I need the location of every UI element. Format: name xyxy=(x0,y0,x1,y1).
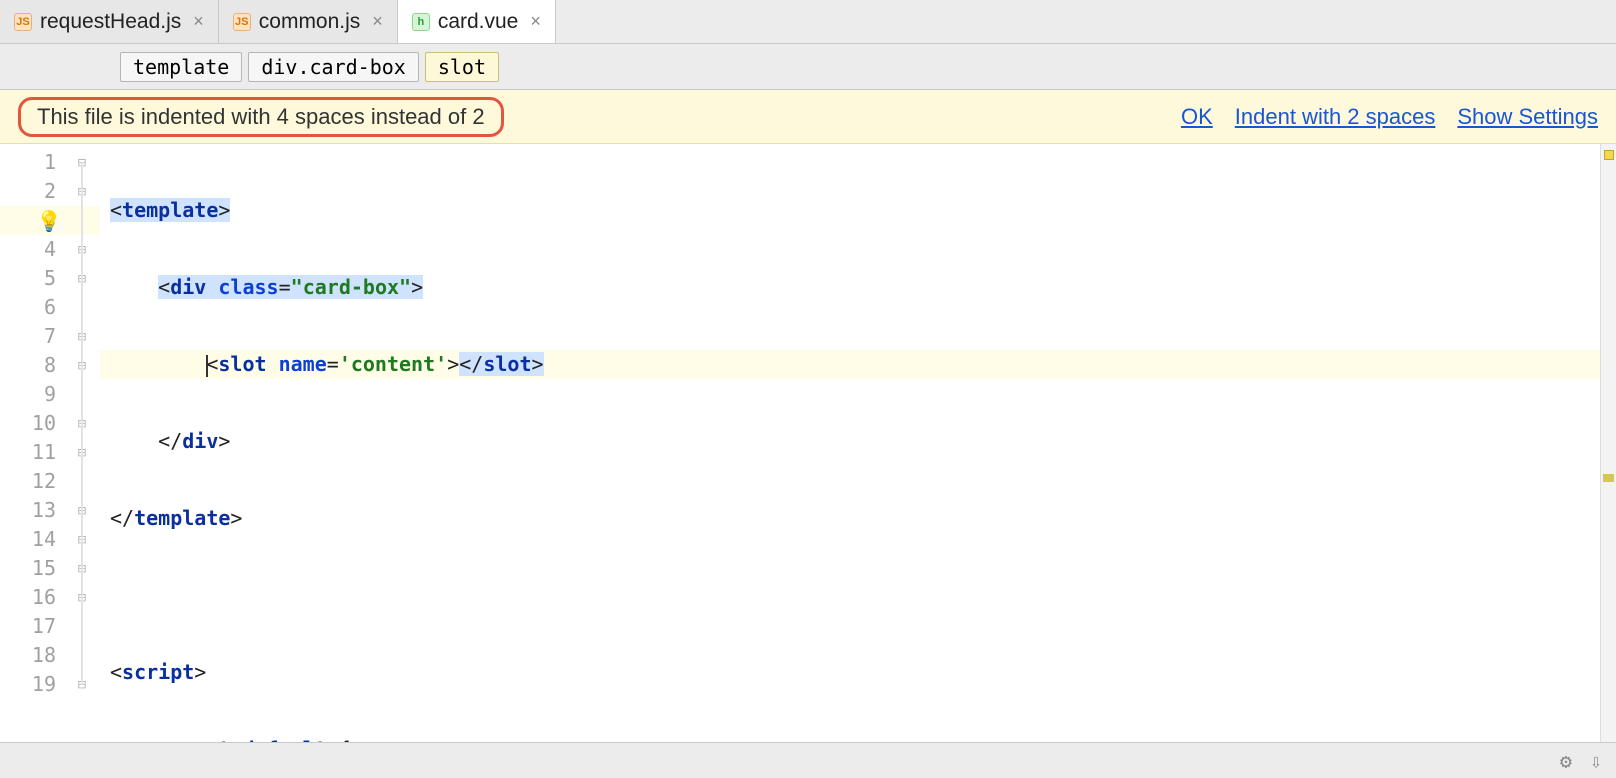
close-icon[interactable]: × xyxy=(372,11,383,32)
fold-column: ⊟ ⊟ ⊟ ⊟ ⊟ ⊟ ⊟ ⊟ ⊟ ⊟ ⊟ ⊟ ⊟ xyxy=(70,148,94,699)
tab-requesthead[interactable]: JS requestHead.js × xyxy=(0,0,219,43)
breadcrumb-div[interactable]: div.card-box xyxy=(248,52,419,82)
gear-icon[interactable]: ⚙ xyxy=(1560,749,1572,773)
notification-settings-link[interactable]: Show Settings xyxy=(1457,104,1598,130)
breadcrumb-template[interactable]: template xyxy=(120,52,242,82)
code-area[interactable]: <template> <div class="card-box"> <slot … xyxy=(100,144,1600,742)
notification-message: This file is indented with 4 spaces inst… xyxy=(18,97,504,137)
close-icon[interactable]: × xyxy=(193,11,204,32)
vue-file-icon: h xyxy=(412,13,430,31)
tab-card[interactable]: h card.vue × xyxy=(398,0,556,43)
scroll-marker[interactable] xyxy=(1603,474,1614,482)
notification-bar: This file is indented with 4 spaces inst… xyxy=(0,90,1616,144)
notification-indent-link[interactable]: Indent with 2 spaces xyxy=(1235,104,1436,130)
editor-scrollbar[interactable] xyxy=(1600,144,1616,742)
tab-label: card.vue xyxy=(438,10,519,34)
breadcrumb-bar: template div.card-box slot xyxy=(0,44,1616,90)
tab-label: common.js xyxy=(259,10,361,34)
status-bar: ⚙ ⇩ xyxy=(0,742,1616,778)
tab-bar: JS requestHead.js × JS common.js × h car… xyxy=(0,0,1616,44)
tab-common[interactable]: JS common.js × xyxy=(219,0,398,43)
inspection-status-icon[interactable] xyxy=(1604,150,1614,160)
close-icon[interactable]: × xyxy=(530,11,541,32)
gutter: 1 2 3 💡 4 5 6 7 8 9 10 11 12 13 14 15 16… xyxy=(0,144,100,742)
js-file-icon: JS xyxy=(233,13,251,31)
editor: 1 2 3 💡 4 5 6 7 8 9 10 11 12 13 14 15 16… xyxy=(0,144,1616,742)
notification-actions: OK Indent with 2 spaces Show Settings xyxy=(1181,104,1598,130)
intention-bulb-icon[interactable]: 💡 xyxy=(38,206,60,235)
breadcrumb-slot[interactable]: slot xyxy=(425,52,499,82)
notification-ok-link[interactable]: OK xyxy=(1181,104,1213,130)
download-icon[interactable]: ⇩ xyxy=(1590,749,1602,773)
js-file-icon: JS xyxy=(14,13,32,31)
tab-label: requestHead.js xyxy=(40,10,181,34)
